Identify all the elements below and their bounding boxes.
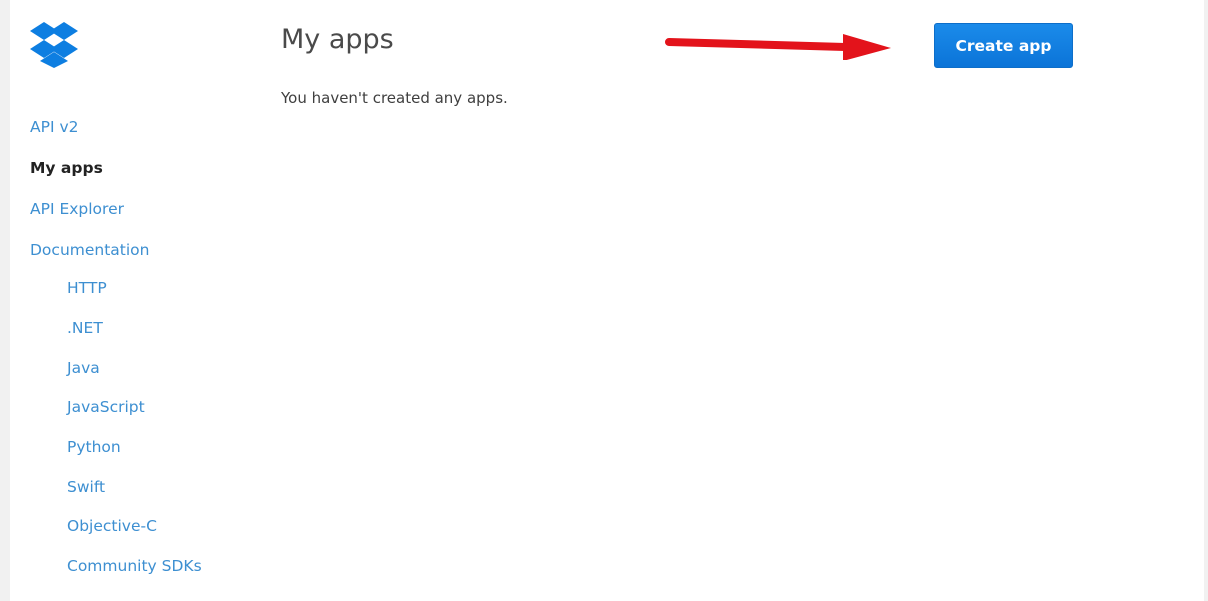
sidebar-doc-item-javascript[interactable]: JavaScript (67, 398, 145, 416)
page-title: My apps (281, 24, 394, 55)
sidebar-item-documentation[interactable]: Documentation (30, 241, 150, 259)
sidebar-item-my-apps[interactable]: My apps (30, 159, 103, 177)
sidebar-doc-item-objective-c[interactable]: Objective-C (67, 517, 157, 535)
page: API v2 My apps API Explorer Documentatio… (10, 0, 1204, 601)
sidebar-doc-item-dotnet[interactable]: .NET (67, 319, 103, 337)
sidebar-doc-item-java[interactable]: Java (67, 359, 100, 377)
empty-apps-message: You haven't created any apps. (281, 89, 508, 107)
sidebar-item-api-explorer[interactable]: API Explorer (30, 200, 124, 218)
create-app-button[interactable]: Create app (934, 23, 1073, 68)
sidebar-doc-item-python[interactable]: Python (67, 438, 121, 456)
red-arrow-icon (665, 34, 891, 60)
sidebar-doc-item-swift[interactable]: Swift (67, 478, 105, 496)
sidebar-doc-item-http[interactable]: HTTP (67, 279, 107, 297)
sidebar-item-api-v2[interactable]: API v2 (30, 118, 78, 136)
sidebar: API v2 My apps API Explorer Documentatio… (30, 0, 260, 601)
sidebar-doc-item-community-sdks[interactable]: Community SDKs (67, 557, 202, 575)
